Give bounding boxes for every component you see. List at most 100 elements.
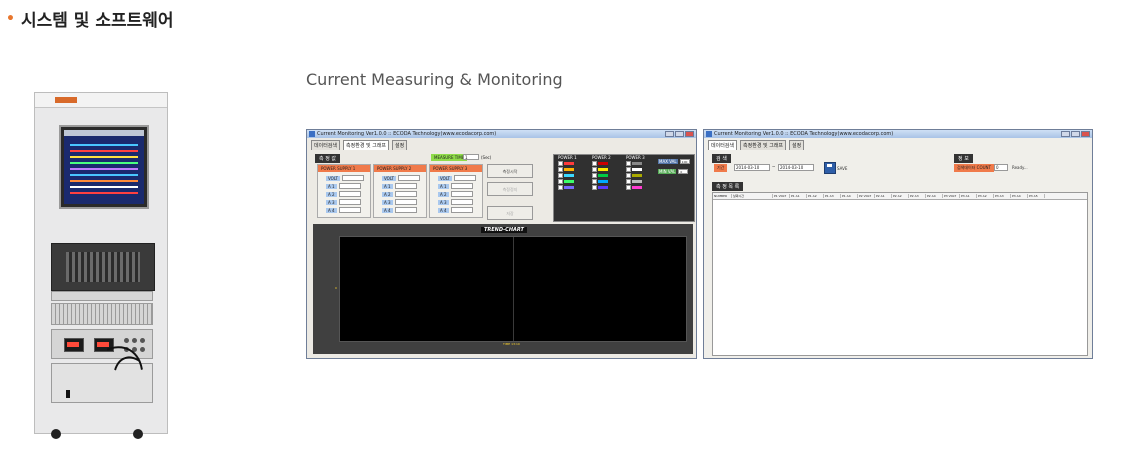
screenshot-search-window: Current Monitoring Ver1.0.0 :: ECODA Tec… bbox=[703, 129, 1093, 359]
channel-swatch[interactable] bbox=[598, 174, 608, 177]
tab-data-search[interactable]: 데이터검색 bbox=[311, 140, 341, 150]
amp-value bbox=[394, 207, 417, 213]
table-header-cell[interactable]: P3 A3 bbox=[994, 194, 1011, 198]
channel-swatch[interactable] bbox=[598, 180, 608, 183]
table-header-cell[interactable]: P2 VOLT bbox=[858, 194, 875, 198]
amp-tag: A 3 bbox=[438, 199, 449, 205]
power-supply-label: POWER SUPPLY 1 bbox=[318, 165, 370, 172]
grid-line bbox=[513, 237, 514, 341]
time-axis-label: TIME 13:10 bbox=[503, 342, 520, 346]
channel-swatch[interactable] bbox=[564, 180, 574, 183]
power-2-column: POWER 2 bbox=[592, 155, 611, 190]
table-header-cell[interactable]: P2 A2 bbox=[892, 194, 909, 198]
save-disk-icon[interactable] bbox=[824, 162, 836, 174]
power-supply-group: POWER SUPPLY 1 VOLT A 1 A 2 A 3 A 4 bbox=[317, 164, 371, 218]
info-label: 정 보 bbox=[954, 154, 973, 163]
save-button[interactable]: 저장 bbox=[487, 206, 533, 220]
table-header-cell[interactable]: P3 A2 bbox=[977, 194, 994, 198]
amp-value bbox=[394, 199, 417, 205]
channel-swatch[interactable] bbox=[632, 162, 642, 165]
tab-bar: 데이터검색 측정환경 및 그래프 설정 bbox=[704, 138, 1092, 150]
table-header-cell[interactable]: P3 A4 bbox=[1011, 194, 1028, 198]
trend-chart-panel: TREND-CHART 0 TIME 13:10 bbox=[313, 224, 693, 354]
volt-value bbox=[397, 175, 420, 181]
rack-unit bbox=[51, 291, 153, 301]
amp-tag: A 4 bbox=[326, 207, 337, 213]
channel-swatch[interactable] bbox=[564, 168, 574, 171]
stop-measure-button[interactable]: 측정정지 bbox=[487, 182, 533, 196]
window-titlebar: Current Monitoring Ver1.0.0 :: ECODA Tec… bbox=[704, 130, 1092, 138]
min-val-input[interactable]: 0 bbox=[678, 169, 689, 174]
channel-swatch[interactable] bbox=[632, 168, 642, 171]
amp-tag: A 3 bbox=[382, 199, 393, 205]
channel-swatch[interactable] bbox=[598, 168, 608, 171]
amp-tag: A 2 bbox=[382, 191, 393, 197]
measure-time-unit: (Sec) bbox=[481, 155, 492, 160]
table-header-cell[interactable]: P1 A2 bbox=[807, 194, 824, 198]
amp-value bbox=[394, 183, 417, 189]
amp-value bbox=[394, 191, 417, 197]
equipment-rack-photo bbox=[34, 92, 171, 447]
channel-swatch[interactable] bbox=[632, 174, 642, 177]
table-header-cell[interactable]: P2 A3 bbox=[909, 194, 926, 198]
volt-tag: VOLT bbox=[438, 175, 452, 181]
y-axis-label: 0 bbox=[335, 286, 337, 290]
power-2-header: POWER 2 bbox=[592, 155, 611, 160]
power-supply-group: POWER SUPPLY 2 VOLT A 1 A 2 A 3 A 4 bbox=[373, 164, 427, 218]
table-header-cell[interactable]: P1 VOLT bbox=[773, 194, 790, 198]
min-val-label: MIN VAL bbox=[658, 169, 677, 174]
measure-time-input[interactable]: 1 bbox=[463, 154, 479, 160]
vent-panel bbox=[51, 303, 153, 325]
amp-value bbox=[450, 199, 473, 205]
date-to-input[interactable]: 2014-03-10 bbox=[778, 164, 814, 171]
count-label: 검색데이터 COUNT bbox=[954, 164, 994, 172]
maximize-icon[interactable] bbox=[675, 131, 684, 137]
amp-value bbox=[338, 183, 361, 189]
channel-color-panel: POWER 1 POWER 2 POWER 3 MAX VAL 100 MIN … bbox=[553, 154, 695, 222]
window-title: Current Monitoring Ver1.0.0 :: ECODA Tec… bbox=[317, 131, 497, 137]
table-header-cell[interactable]: P3 VOLT bbox=[943, 194, 960, 198]
table-header-cell[interactable]: P1 A3 bbox=[824, 194, 841, 198]
table-header-cell[interactable]: P2 A1 bbox=[875, 194, 892, 198]
power-supply-label: POWER SUPPLY 3 bbox=[430, 165, 482, 172]
date-from-input[interactable]: 2014-03-10 bbox=[734, 164, 770, 171]
channel-swatch[interactable] bbox=[564, 162, 574, 165]
max-val-label: MAX VAL bbox=[658, 159, 678, 164]
window-titlebar: Current Monitoring Ver1.0.0 :: ECODA Tec… bbox=[307, 130, 696, 138]
channel-swatch[interactable] bbox=[632, 186, 642, 189]
tab-measure-graph[interactable]: 측정환경 및 그래프 bbox=[343, 140, 389, 150]
table-header-cell[interactable]: P3 A5 bbox=[1028, 194, 1045, 198]
tab-data-search[interactable]: 데이터검색 bbox=[708, 140, 738, 150]
table-header-cell[interactable]: P2 A4 bbox=[926, 194, 943, 198]
max-val-input[interactable]: 100 bbox=[679, 159, 690, 164]
close-icon[interactable] bbox=[685, 131, 694, 137]
measure-time-label: MEASURE TIME bbox=[431, 154, 468, 161]
rack-monitor bbox=[59, 125, 149, 209]
save-label[interactable]: SAVE bbox=[837, 166, 847, 171]
minimize-icon[interactable] bbox=[1061, 131, 1070, 137]
table-header-cell[interactable]: NUMBER bbox=[713, 194, 732, 198]
chart-plot-area bbox=[339, 236, 687, 342]
channel-swatch[interactable] bbox=[632, 180, 642, 183]
channel-swatch[interactable] bbox=[598, 162, 608, 165]
power-1-header: POWER 1 bbox=[558, 155, 577, 160]
channel-swatch[interactable] bbox=[564, 174, 574, 177]
channel-swatch[interactable] bbox=[598, 186, 608, 189]
tab-settings[interactable]: 설정 bbox=[392, 140, 408, 150]
table-header-cell[interactable]: P1 A1 bbox=[790, 194, 807, 198]
tab-settings[interactable]: 설정 bbox=[789, 140, 805, 150]
amp-tag: A 1 bbox=[438, 183, 449, 189]
start-measure-button[interactable]: 측정시작 bbox=[487, 164, 533, 178]
status-text: Ready... bbox=[1012, 165, 1028, 170]
power-supply-label: POWER SUPPLY 2 bbox=[374, 165, 426, 172]
tab-measure-graph[interactable]: 측정환경 및 그래프 bbox=[740, 140, 786, 150]
channel-swatch[interactable] bbox=[564, 186, 574, 189]
table-header-cell[interactable]: P1 A4 bbox=[841, 194, 858, 198]
minimize-icon[interactable] bbox=[665, 131, 674, 137]
table-header-cell[interactable]: 날짜시간 bbox=[732, 194, 773, 198]
close-icon[interactable] bbox=[1081, 131, 1090, 137]
maximize-icon[interactable] bbox=[1071, 131, 1080, 137]
app-icon bbox=[309, 131, 315, 137]
server-chassis bbox=[51, 243, 155, 291]
table-header-cell[interactable]: P3 A1 bbox=[960, 194, 977, 198]
